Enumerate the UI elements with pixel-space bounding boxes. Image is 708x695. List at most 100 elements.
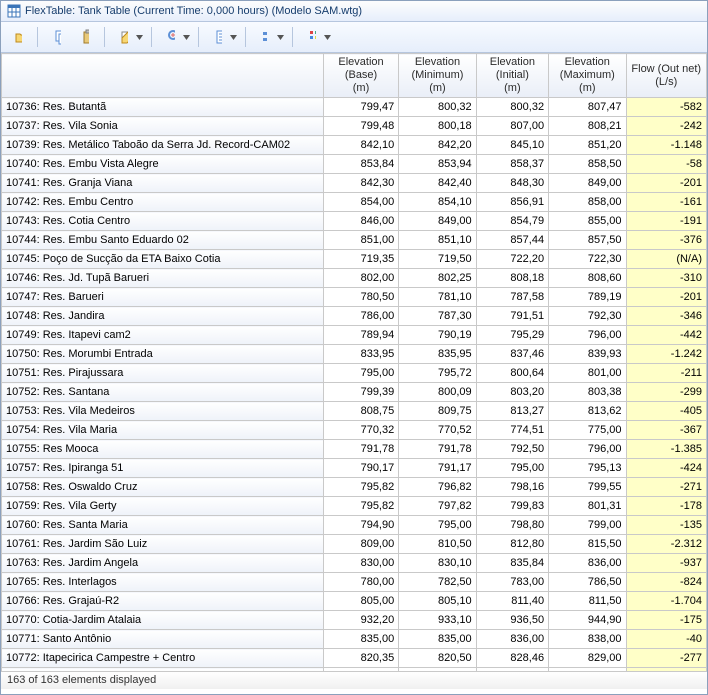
report-button[interactable] <box>207 26 229 48</box>
cell-base[interactable]: 770,32 <box>323 421 398 440</box>
cell-init[interactable]: 812,80 <box>476 535 548 554</box>
cell-init[interactable]: 858,37 <box>476 155 548 174</box>
cell-label[interactable]: 10753: Res. Vila Medeiros <box>2 402 324 421</box>
cell-min[interactable]: 787,30 <box>399 307 476 326</box>
table-row[interactable]: 10765: Res. Interlagos780,00782,50783,00… <box>2 573 707 592</box>
cell-init[interactable]: 800,64 <box>476 364 548 383</box>
cell-label[interactable]: 10771: Santo Antônio <box>2 630 324 649</box>
cell-init[interactable]: 787,58 <box>476 288 548 307</box>
cell-max[interactable]: 799,55 <box>549 478 626 497</box>
table-row[interactable]: 10743: Res. Cotia Centro846,00849,00854,… <box>2 212 707 231</box>
cell-init[interactable]: 783,00 <box>476 573 548 592</box>
cell-min[interactable]: 791,17 <box>399 459 476 478</box>
cell-min[interactable]: 809,75 <box>399 402 476 421</box>
cell-min[interactable]: 933,10 <box>399 611 476 630</box>
cell-flow[interactable]: -937 <box>626 554 706 573</box>
cell-max[interactable]: 801,00 <box>549 364 626 383</box>
cell-init[interactable]: 798,80 <box>476 516 548 535</box>
table-row[interactable]: 10742: Res. Embu Centro854,00854,10856,9… <box>2 193 707 212</box>
cell-label[interactable]: 10770: Cotia-Jardim Atalaia <box>2 611 324 630</box>
grid-scroll-area[interactable]: Elevation(Base)(m) Elevation(Minimum)(m)… <box>1 53 707 671</box>
cell-max[interactable]: 944,90 <box>549 611 626 630</box>
cell-min[interactable]: 830,10 <box>399 554 476 573</box>
cell-max[interactable]: 836,00 <box>549 554 626 573</box>
cell-flow[interactable]: -242 <box>626 117 706 136</box>
cell-min[interactable]: 781,10 <box>399 288 476 307</box>
cell-init[interactable]: 835,84 <box>476 554 548 573</box>
edit-dropdown[interactable] <box>135 35 143 40</box>
cell-min[interactable]: 782,50 <box>399 573 476 592</box>
cell-base[interactable]: 851,00 <box>323 231 398 250</box>
cell-flow[interactable]: -310 <box>626 269 706 288</box>
cell-max[interactable]: 839,93 <box>549 345 626 364</box>
cell-init[interactable]: 828,46 <box>476 649 548 668</box>
cell-label[interactable]: 10744: Res. Embu Santo Eduardo 02 <box>2 231 324 250</box>
cell-base[interactable]: 786,00 <box>323 307 398 326</box>
cell-label[interactable]: 10741: Res. Granja Viana <box>2 174 324 193</box>
cell-max[interactable]: 851,20 <box>549 136 626 155</box>
cell-init[interactable]: 857,44 <box>476 231 548 250</box>
options-button[interactable] <box>254 26 276 48</box>
cell-flow[interactable]: -442 <box>626 326 706 345</box>
cell-max[interactable]: 789,19 <box>549 288 626 307</box>
cell-label[interactable]: 10758: Res. Oswaldo Cruz <box>2 478 324 497</box>
cell-init[interactable]: 837,46 <box>476 345 548 364</box>
cell-min[interactable]: 842,40 <box>399 174 476 193</box>
table-row[interactable]: 10754: Res. Vila Maria770,32770,52774,51… <box>2 421 707 440</box>
cell-min[interactable]: 854,10 <box>399 193 476 212</box>
mode-button[interactable] <box>301 26 323 48</box>
cell-flow[interactable]: -1.148 <box>626 136 706 155</box>
cell-base[interactable]: 808,75 <box>323 402 398 421</box>
cell-flow[interactable]: -201 <box>626 174 706 193</box>
cell-max[interactable]: 813,62 <box>549 402 626 421</box>
cell-label[interactable]: 10772: Itapecirica Campestre + Centro <box>2 649 324 668</box>
cell-flow[interactable]: -211 <box>626 364 706 383</box>
col-header-label[interactable] <box>2 54 324 98</box>
cell-max[interactable]: 786,50 <box>549 573 626 592</box>
cell-flow[interactable]: -405 <box>626 402 706 421</box>
cell-flow[interactable]: -346 <box>626 307 706 326</box>
table-row[interactable]: 10740: Res. Embu Vista Alegre853,84853,9… <box>2 155 707 174</box>
report-dropdown[interactable] <box>229 35 237 40</box>
mode-dropdown[interactable] <box>323 35 331 40</box>
cell-label[interactable]: 10752: Res. Santana <box>2 383 324 402</box>
cell-flow[interactable]: -201 <box>626 288 706 307</box>
cell-min[interactable]: 790,19 <box>399 326 476 345</box>
cell-label[interactable]: 10746: Res. Jd. Tupã Barueri <box>2 269 324 288</box>
table-row[interactable]: 10763: Res. Jardim Angela830,00830,10835… <box>2 554 707 573</box>
cell-min[interactable]: 835,95 <box>399 345 476 364</box>
col-header-elev-init[interactable]: Elevation(Initial)(m) <box>476 54 548 98</box>
cell-init[interactable]: 936,50 <box>476 611 548 630</box>
cell-flow[interactable]: -135 <box>626 516 706 535</box>
cell-label[interactable]: 10751: Res. Pirajussara <box>2 364 324 383</box>
cell-label[interactable]: 10766: Res. Grajaú-R2 <box>2 592 324 611</box>
cell-min[interactable]: 797,82 <box>399 497 476 516</box>
cell-base[interactable]: 842,10 <box>323 136 398 155</box>
cell-base[interactable]: 846,00 <box>323 212 398 231</box>
cell-min[interactable]: 853,94 <box>399 155 476 174</box>
table-row[interactable]: 10760: Res. Santa Maria794,90795,00798,8… <box>2 516 707 535</box>
cell-max[interactable]: 857,50 <box>549 231 626 250</box>
cell-flow[interactable]: -2.312 <box>626 535 706 554</box>
cell-flow[interactable]: -367 <box>626 421 706 440</box>
cell-max[interactable]: 855,00 <box>549 212 626 231</box>
cell-min[interactable]: 835,00 <box>399 630 476 649</box>
cell-max[interactable]: 796,00 <box>549 326 626 345</box>
cell-max[interactable]: 815,50 <box>549 535 626 554</box>
cell-init[interactable]: 722,20 <box>476 250 548 269</box>
cell-init[interactable]: 856,91 <box>476 193 548 212</box>
cell-label[interactable]: 10740: Res. Embu Vista Alegre <box>2 155 324 174</box>
cell-init[interactable]: 811,40 <box>476 592 548 611</box>
table-row[interactable]: 10761: Res. Jardim São Luiz809,00810,508… <box>2 535 707 554</box>
cell-min[interactable]: 802,25 <box>399 269 476 288</box>
cell-base[interactable]: 805,00 <box>323 592 398 611</box>
cell-label[interactable]: 10749: Res. Itapevi cam2 <box>2 326 324 345</box>
table-row[interactable]: 10758: Res. Oswaldo Cruz795,82796,82798,… <box>2 478 707 497</box>
cell-init[interactable]: 803,20 <box>476 383 548 402</box>
cell-flow[interactable]: -1.704 <box>626 592 706 611</box>
cell-label[interactable]: 10761: Res. Jardim São Luiz <box>2 535 324 554</box>
cell-init[interactable]: 854,79 <box>476 212 548 231</box>
cell-flow[interactable]: -175 <box>626 611 706 630</box>
cell-max[interactable]: 795,13 <box>549 459 626 478</box>
cell-base[interactable]: 809,00 <box>323 535 398 554</box>
